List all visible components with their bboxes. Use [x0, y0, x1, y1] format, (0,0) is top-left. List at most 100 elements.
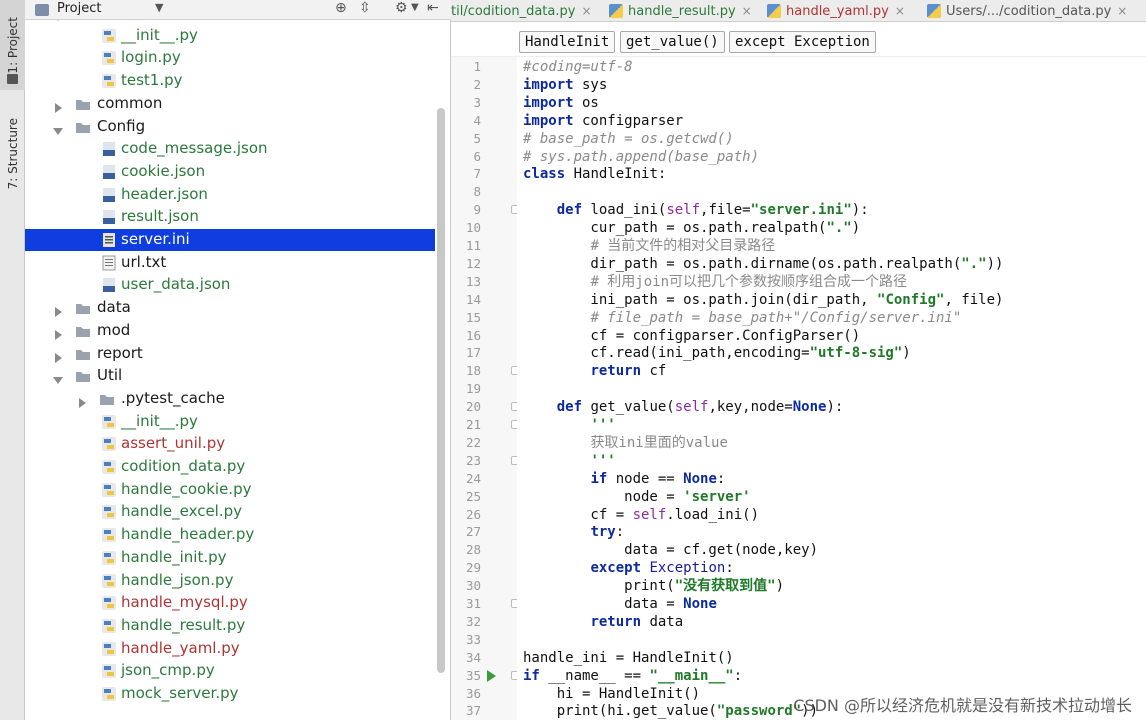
line-number: 18	[465, 363, 481, 379]
tree-file[interactable]: handle_excel.py	[25, 501, 435, 523]
tree-file[interactable]: __init__.py	[25, 25, 435, 47]
project-panel: Project ▼ ⊕ ⇳ ⚙ ▼ ⇤ case__init__.pylogin…	[25, 0, 451, 720]
editor-tab-label: handle_yaml.py	[786, 3, 889, 19]
line-number: 17	[465, 345, 481, 361]
tree-folder[interactable]: case	[25, 20, 435, 24]
close-icon[interactable]: ×	[742, 4, 752, 18]
tree-item-label: handle_json.py	[121, 570, 234, 589]
project-panel-title[interactable]: Project	[57, 1, 101, 16]
gear-icon[interactable]: ⚙	[395, 0, 408, 16]
line-number: 10	[465, 220, 481, 236]
tree-item-label: common	[97, 93, 163, 112]
editor-tab[interactable]: handle_yaml.py ×	[767, 0, 905, 22]
line-number: 36	[465, 685, 481, 701]
line-number: 12	[465, 255, 481, 271]
breadcrumb-item[interactable]: get_value()	[620, 31, 725, 53]
dropdown-arrow-icon[interactable]: ▼	[155, 1, 163, 14]
code-line: return cf	[590, 363, 667, 380]
tree-folder[interactable]: data	[25, 297, 435, 319]
python-file-icon	[101, 573, 117, 589]
tree-file[interactable]: __init__.py	[25, 411, 435, 433]
chevron-right-icon[interactable]	[77, 394, 87, 408]
tree-file[interactable]: handle_yaml.py	[25, 638, 435, 660]
tree-file[interactable]: mock_server.py	[25, 683, 435, 705]
code-line: # file_path = base_path+"/Config/server.…	[590, 309, 962, 326]
chevron-right-icon[interactable]	[53, 303, 63, 318]
tree-item-label: data	[97, 298, 131, 317]
chevron-down-icon[interactable]	[53, 122, 63, 135]
tree-file[interactable]: result.json	[25, 206, 435, 228]
line-number: 22	[465, 434, 481, 450]
project-icon	[35, 4, 49, 16]
tree-scrollbar[interactable]	[437, 108, 445, 673]
tree-item-label: handle_header.py	[121, 525, 255, 544]
tree-file[interactable]: cookie.json	[25, 161, 435, 183]
tree-file[interactable]: handle_header.py	[25, 524, 435, 546]
tree-item-label: server.ini	[121, 230, 190, 248]
code-editor[interactable]: #coding=utf-8 import sys import os import c…	[517, 57, 1146, 720]
tree-folder[interactable]: report	[25, 343, 435, 365]
close-icon[interactable]: ×	[1117, 4, 1127, 18]
python-file-icon	[101, 459, 117, 475]
chevron-right-icon[interactable]	[53, 326, 63, 340]
tree-file[interactable]: handle_result.py	[25, 615, 435, 637]
tree-file[interactable]: server.ini	[25, 229, 435, 251]
tree-file[interactable]: url.txt	[25, 252, 435, 274]
tree-item-label: handle_excel.py	[121, 502, 243, 521]
code-line: def load_ini(self,file="server.ini"):	[556, 202, 869, 219]
breadcrumb-item[interactable]: except Exception	[729, 31, 876, 53]
tree-item-label: handle_mysql.py	[121, 593, 248, 612]
chevron-right-icon[interactable]	[53, 99, 63, 113]
python-file-icon	[101, 527, 117, 543]
tree-item-label: test1.py	[121, 71, 183, 90]
tree-file[interactable]: login.py	[25, 47, 435, 69]
tree-folder[interactable]: common	[25, 93, 435, 115]
tree-file[interactable]: handle_init.py	[25, 547, 435, 569]
run-icon[interactable]	[487, 669, 496, 682]
tree-item-label: mod	[97, 320, 131, 339]
line-number: 16	[465, 327, 481, 343]
editor-tab[interactable]: til/codition_data.py ×	[451, 0, 592, 22]
project-tool-tab[interactable]: 1: Project	[0, 0, 25, 90]
python-file-icon	[101, 550, 117, 566]
tree-file[interactable]: codition_data.py	[25, 456, 435, 478]
tree-file[interactable]: code_message.json	[25, 138, 435, 160]
tree-item-label: report	[97, 343, 143, 362]
tree-file[interactable]: handle_json.py	[25, 570, 435, 592]
tree-item-label: handle_cookie.py	[121, 479, 252, 498]
editor-tab[interactable]: Users/.../codition_data.py ×	[927, 0, 1127, 22]
chevron-right-icon[interactable]	[53, 349, 63, 363]
tree-file[interactable]: user_data.json	[25, 274, 435, 296]
chevron-down-icon[interactable]	[53, 371, 63, 385]
scroll-from-source-icon[interactable]: ⊕	[335, 0, 347, 16]
tree-file[interactable]: test1.py	[25, 70, 435, 92]
tree-file[interactable]: header.json	[25, 184, 435, 206]
tree-file[interactable]: assert_unil.py	[25, 433, 435, 455]
line-number: 2	[473, 76, 481, 92]
line-number: 35	[465, 667, 481, 683]
python-file-icon	[101, 641, 117, 657]
line-number: 26	[465, 506, 481, 522]
line-number: 29	[465, 560, 481, 576]
editor-tab[interactable]: handle_result.py ×	[609, 0, 752, 22]
tree-file[interactable]: handle_cookie.py	[25, 479, 435, 501]
close-icon[interactable]: ×	[895, 4, 905, 18]
tree-file[interactable]: handle_mysql.py	[25, 592, 435, 614]
breadcrumb-item[interactable]: HandleInit	[519, 31, 616, 53]
tree-folder[interactable]: Config	[25, 116, 435, 138]
python-file-icon	[101, 482, 117, 498]
collapse-all-icon[interactable]: ⇳	[359, 0, 371, 16]
line-number: 30	[465, 578, 481, 594]
structure-tool-tab-label: 7: Structure	[5, 118, 20, 190]
hide-panel-icon[interactable]: ⇤	[427, 0, 439, 16]
tree-folder[interactable]: .pytest_cache	[25, 388, 435, 410]
structure-tool-tab[interactable]: 7: Structure	[0, 104, 25, 204]
tree-folder[interactable]: Util	[25, 365, 435, 387]
tree-folder[interactable]: mod	[25, 320, 435, 342]
tree-file[interactable]: json_cmp.py	[25, 660, 435, 682]
code-line: if node == None:	[590, 470, 726, 487]
ini-file-icon	[101, 232, 117, 248]
json-file-icon	[101, 187, 117, 203]
gear-dropdown-icon[interactable]: ▼	[411, 2, 419, 13]
close-icon[interactable]: ×	[581, 4, 591, 18]
